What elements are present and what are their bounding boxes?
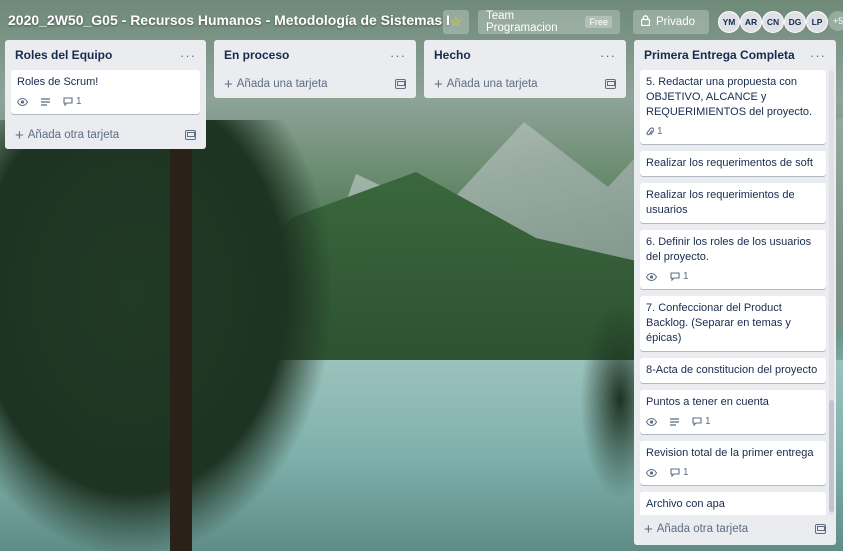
add-card-button[interactable]: + Añada una tarjeta: [424, 70, 626, 98]
team-label: Team Programacion: [486, 10, 558, 34]
comments-badge: 1: [670, 465, 689, 480]
add-card-button[interactable]: + Añada una tarjeta: [214, 70, 416, 98]
card-badges: 1: [646, 269, 820, 284]
visibility-button[interactable]: Privado: [633, 10, 709, 34]
list-header: En proceso ···: [214, 40, 416, 70]
avatar[interactable]: YM: [718, 11, 740, 33]
card[interactable]: 8-Acta de constitucion del proyecto: [640, 358, 826, 383]
card-template-icon[interactable]: [605, 79, 616, 89]
list-scrollbar-thumb[interactable]: [829, 400, 834, 512]
card-title: Archivo con apa: [646, 498, 725, 510]
add-card-button[interactable]: + Añada otra tarjeta: [634, 515, 836, 543]
card[interactable]: 6. Definir los roles de los usuarios del…: [640, 230, 826, 289]
comments-badge: 1: [692, 414, 711, 429]
list-menu-icon[interactable]: ···: [810, 48, 826, 63]
list-roles-del-equipo: Roles del Equipo ··· Roles de Scrum! 1 +…: [5, 40, 206, 149]
add-card-label: Añada otra tarjeta: [27, 129, 120, 141]
comment-icon: [63, 97, 73, 106]
card-template-icon[interactable]: [395, 79, 406, 89]
card[interactable]: 7. Confeccionar del Product Backlog. (Se…: [640, 296, 826, 351]
watch-icon: [646, 468, 660, 477]
card-title: 8-Acta de constitucion del proyecto: [646, 364, 818, 376]
description-icon: [41, 97, 53, 106]
card-title: 6. Definir los roles de los usuarios del…: [646, 236, 812, 263]
add-card-button[interactable]: + Añada otra tarjeta: [5, 121, 206, 149]
list-menu-icon[interactable]: ···: [180, 48, 196, 63]
card[interactable]: Revision total de la primer entrega 1: [640, 441, 826, 485]
comments-badge: 1: [670, 269, 689, 284]
star-button[interactable]: ☆: [443, 10, 469, 34]
card-title: Realizar los requerimentos de soft: [646, 157, 813, 169]
add-card-label: Añada una tarjeta: [446, 78, 538, 90]
card-title: Revision total de la primer entrega: [646, 447, 814, 459]
member-avatars: YM AR CN DG LP +5: [718, 11, 843, 33]
attachments-badge: 1: [646, 124, 663, 139]
comment-count: 1: [76, 96, 82, 107]
plan-badge: Free: [585, 16, 612, 28]
list-title[interactable]: Primera Entrega Completa: [644, 48, 795, 62]
list-primera-entrega-completa: Primera Entrega Completa ··· 5. Redactar…: [634, 40, 836, 545]
watch-icon: [646, 417, 660, 426]
visibility-label: Privado: [656, 16, 695, 28]
card-badges: 1: [646, 124, 820, 139]
card-title: 5. Redactar una propuesta con OBJETIVO, …: [646, 76, 813, 118]
card[interactable]: Archivo con apa 1 3: [640, 492, 826, 515]
card-title: Puntos a tener en cuenta: [646, 396, 769, 408]
board-header: 2020_2W50_G05 - Recursos Humanos - Metod…: [0, 0, 843, 44]
list-title[interactable]: En proceso: [224, 48, 289, 62]
board-title[interactable]: 2020_2W50_G05 - Recursos Humanos - Metod…: [8, 12, 450, 28]
card-badges: 1: [17, 94, 194, 109]
card[interactable]: 5. Redactar una propuesta con OBJETIVO, …: [640, 70, 826, 144]
list-header: Primera Entrega Completa ···: [634, 40, 836, 70]
description-icon: [670, 417, 682, 426]
watch-icon: [17, 97, 31, 106]
comment-icon: [692, 417, 702, 426]
avatar[interactable]: AR: [740, 11, 762, 33]
comment-count: 1: [683, 271, 689, 282]
attachment-icon: [646, 126, 654, 135]
card[interactable]: Roles de Scrum! 1: [11, 70, 200, 114]
comment-count: 1: [705, 416, 711, 427]
more-members-button[interactable]: +5: [828, 11, 843, 31]
card-title: 7. Confeccionar del Product Backlog. (Se…: [646, 302, 791, 344]
plus-icon: +: [224, 75, 233, 93]
avatar[interactable]: DG: [784, 11, 806, 33]
list-title[interactable]: Roles del Equipo: [15, 48, 112, 62]
plus-icon: +: [15, 126, 24, 144]
list-title[interactable]: Hecho: [434, 48, 471, 62]
card[interactable]: Puntos a tener en cuenta 1: [640, 390, 826, 434]
add-card-label: Añada otra tarjeta: [656, 523, 749, 535]
comments-badge: 1: [63, 94, 82, 109]
comment-count: 1: [683, 467, 689, 478]
add-card-label: Añada una tarjeta: [236, 78, 328, 90]
list-header: Hecho ···: [424, 40, 626, 70]
comment-icon: [670, 272, 680, 281]
card-title: Realizar los requerimientos de usuarios: [646, 189, 795, 216]
card-title: Roles de Scrum!: [17, 76, 99, 88]
team-button[interactable]: Team Programacion Free: [478, 10, 620, 34]
list-hecho: Hecho ··· + Añada una tarjeta: [424, 40, 626, 98]
card-badges: 1: [646, 465, 820, 480]
plus-icon: +: [434, 75, 443, 93]
list-header: Roles del Equipo ···: [5, 40, 206, 70]
card-badges: 1: [646, 414, 820, 429]
card[interactable]: Realizar los requerimientos de usuarios: [640, 183, 826, 223]
card-template-icon[interactable]: [815, 524, 826, 534]
list-en-proceso: En proceso ··· + Añada una tarjeta: [214, 40, 416, 98]
attachment-count: 1: [657, 126, 663, 137]
lock-icon: [640, 15, 651, 29]
card-list: 5. Redactar una propuesta con OBJETIVO, …: [634, 70, 836, 515]
comment-icon: [670, 468, 680, 477]
star-icon: ☆: [450, 14, 462, 29]
avatar[interactable]: LP: [806, 11, 828, 33]
watch-icon: [646, 272, 660, 281]
avatar[interactable]: CN: [762, 11, 784, 33]
list-menu-icon[interactable]: ···: [390, 48, 406, 63]
list-menu-icon[interactable]: ···: [600, 48, 616, 63]
card-template-icon[interactable]: [185, 130, 196, 140]
card[interactable]: Realizar los requerimentos de soft: [640, 151, 826, 176]
plus-icon: +: [644, 520, 653, 538]
